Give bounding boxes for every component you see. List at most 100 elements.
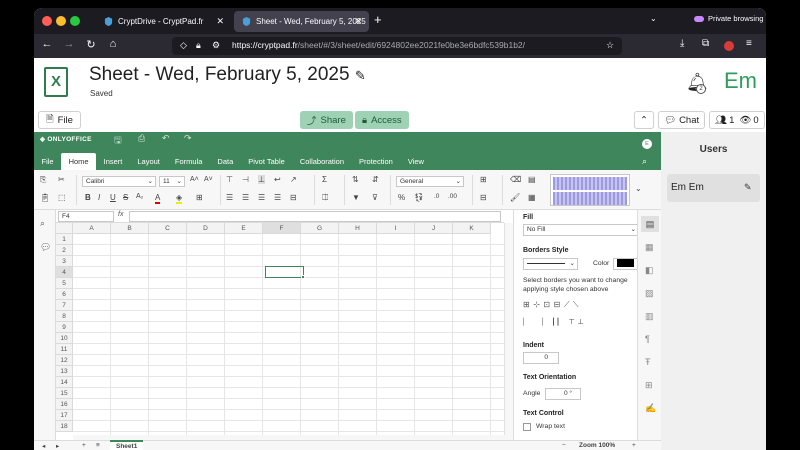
onlyoffice-user-avatar[interactable]: E <box>642 139 652 149</box>
named-ranges-icon[interactable]: ⎅ <box>322 193 328 203</box>
italic-icon[interactable]: I <box>98 193 100 202</box>
align-left-icon[interactable]: ☰ <box>226 193 233 202</box>
row-header[interactable]: 8 <box>56 311 73 322</box>
zoom-out-icon[interactable]: − <box>562 442 566 449</box>
close-tab-icon[interactable]: ✕ <box>354 16 362 27</box>
close-tab-icon[interactable]: ✕ <box>216 16 224 27</box>
print-icon[interactable]: ⎙ <box>138 133 145 144</box>
cut-icon[interactable]: ✂ <box>58 175 65 184</box>
search-icon[interactable]: ⌕ <box>642 156 647 167</box>
comments-icon[interactable]: 💬︎ <box>40 242 51 253</box>
access-button[interactable]: 🔒︎ Access <box>355 111 409 129</box>
row-header[interactable]: 3 <box>56 256 73 267</box>
add-sheet-icon[interactable]: + <box>82 442 86 449</box>
merge-cells-icon[interactable]: ⊟ <box>290 193 297 202</box>
lock-icon[interactable]: 🔒︎ <box>196 40 201 51</box>
tab-data[interactable]: Data <box>210 153 241 170</box>
increase-decimal-icon[interactable]: .00 <box>448 193 457 200</box>
minimize-window-button[interactable] <box>56 16 66 26</box>
next-sheet-arrow-icon[interactable]: ▸ <box>56 442 59 450</box>
align-center-icon[interactable]: ☰ <box>242 193 249 202</box>
file-menu-button[interactable]: 🗎︎ File <box>38 111 81 129</box>
align-right-icon[interactable]: ☰ <box>258 193 265 202</box>
column-header[interactable]: J <box>415 223 453 234</box>
paragraph-settings-icon[interactable]: ¶ <box>645 334 650 344</box>
cell-settings-icon[interactable]: ▤ <box>641 216 659 232</box>
back-arrow-icon[interactable]: ← <box>40 38 54 50</box>
document-title[interactable]: Sheet - Wed, February 5, 2025 ✎ <box>89 64 366 86</box>
border-color-picker[interactable] <box>613 258 639 270</box>
tab-layout[interactable]: Layout <box>130 153 168 170</box>
filter-icon[interactable]: ▼ <box>352 193 360 202</box>
row-header[interactable]: 2 <box>56 245 73 256</box>
edit-name-pencil-icon[interactable]: ✎ <box>744 182 752 193</box>
column-header[interactable]: A <box>73 223 111 234</box>
downloads-icon[interactable]: ⤓ <box>680 38 684 49</box>
select-all-icon[interactable]: ⬚ <box>58 193 66 202</box>
tab-view[interactable]: View <box>400 153 431 170</box>
insert-cells-icon[interactable]: ⊞ <box>480 175 487 184</box>
decrease-font-icon[interactable]: A˅ <box>204 176 213 183</box>
undo-icon[interactable]: ↶ <box>162 133 170 144</box>
selected-cell[interactable] <box>265 266 304 278</box>
tab-collaboration[interactable]: Collaboration <box>292 153 351 170</box>
align-top-icon[interactable]: ⊤ <box>226 175 233 184</box>
bold-icon[interactable]: B <box>85 193 91 202</box>
table-settings-icon[interactable]: ▦ <box>645 242 654 253</box>
border-type-icons-row1[interactable]: ⊞⊹⊡⊟⟋⟍ <box>523 300 582 310</box>
tab-file[interactable]: File <box>34 153 61 170</box>
cell-name-box[interactable]: F4 <box>58 211 114 222</box>
share-button[interactable]: ⤴ Share <box>300 111 353 129</box>
redo-icon[interactable]: ↷ <box>184 133 192 144</box>
user-avatar[interactable]: Em <box>724 68 757 94</box>
tab-list-chevron-icon[interactable]: ⌄ <box>650 14 657 23</box>
vertical-scrollbar[interactable] <box>504 223 513 435</box>
function-fx-icon[interactable]: fx <box>118 211 123 218</box>
row-header[interactable]: 18 <box>56 421 73 432</box>
sheet-tab[interactable]: Sheet1 <box>110 440 144 450</box>
forward-arrow-icon[interactable]: → <box>62 38 76 50</box>
row-header[interactable]: 12 <box>56 355 73 366</box>
tab-pivot-table[interactable]: Pivot Table <box>241 153 293 170</box>
search-icon[interactable]: ⌕ <box>40 218 45 229</box>
decrease-decimal-icon[interactable]: .0 <box>434 193 439 200</box>
cell-style-swatch[interactable] <box>553 177 627 190</box>
text-art-settings-icon[interactable]: Ŧ <box>645 357 651 367</box>
column-header[interactable]: C <box>149 223 187 234</box>
users-toggle-button[interactable]: 👥︎ 1 👁︎ 0 <box>709 111 765 129</box>
browser-tab-cryptdrive[interactable]: CryptDrive - CryptPad.fr ✕ <box>96 11 231 32</box>
font-name-select[interactable]: Calibri ⌄ <box>82 176 156 187</box>
row-header[interactable]: 7 <box>56 300 73 311</box>
signature-settings-icon[interactable]: ✍ <box>645 403 656 414</box>
collapse-toolbar-button[interactable]: ⌃ <box>634 111 654 129</box>
select-all-corner[interactable] <box>56 223 73 234</box>
edit-title-pencil-icon[interactable]: ✎ <box>355 68 366 83</box>
paste-icon[interactable]: 📋︎ <box>40 193 50 202</box>
tab-insert[interactable]: Insert <box>96 153 130 170</box>
row-header[interactable]: 4 <box>56 267 73 278</box>
percent-icon[interactable]: % <box>398 193 405 202</box>
row-header[interactable]: 17 <box>56 410 73 421</box>
column-header[interactable]: K <box>453 223 491 234</box>
tab-formula[interactable]: Formula <box>167 153 210 170</box>
font-color-icon[interactable]: A <box>155 193 161 204</box>
borders-icon[interactable]: ⊞ <box>196 193 203 202</box>
wrap-text-checkbox[interactable] <box>523 423 531 431</box>
currency-icon[interactable]: 💱︎ <box>414 193 424 202</box>
image-settings-icon[interactable]: ▨ <box>645 288 654 299</box>
row-header[interactable]: 1 <box>56 234 73 245</box>
column-header[interactable]: B <box>111 223 149 234</box>
sum-icon[interactable]: Σ <box>322 175 327 184</box>
row-header[interactable]: 5 <box>56 278 73 289</box>
menu-icon[interactable]: ≡ <box>746 38 752 49</box>
cell-style-swatch[interactable] <box>553 192 627 205</box>
border-line-select[interactable]: ⌄ <box>523 258 578 270</box>
browser-tab-sheet[interactable]: Sheet - Wed, February 5, 2025 ✕ <box>234 11 369 32</box>
addon-icon[interactable] <box>724 41 734 51</box>
column-header[interactable]: H <box>339 223 377 234</box>
column-header[interactable]: G <box>301 223 339 234</box>
strikethrough-icon[interactable]: S <box>123 193 128 202</box>
format-painter-icon[interactable]: 🖌︎ <box>510 193 520 202</box>
tab-protection[interactable]: Protection <box>352 153 401 170</box>
cell-styles-gallery[interactable] <box>550 174 630 206</box>
